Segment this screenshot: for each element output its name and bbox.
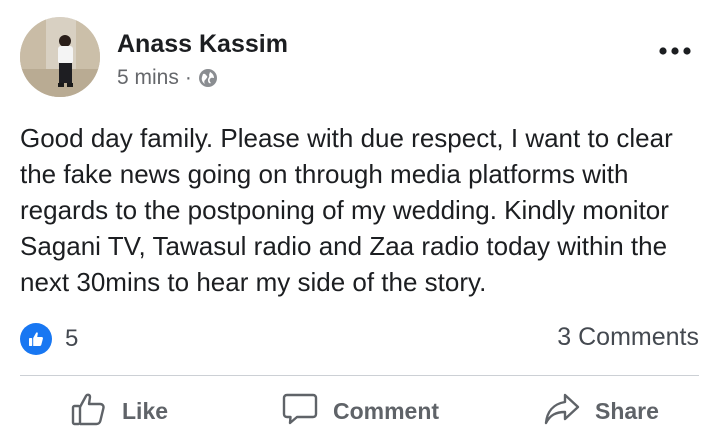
like-reaction-icon bbox=[20, 323, 52, 355]
actions-divider bbox=[20, 375, 699, 376]
reactions-summary[interactable]: 5 bbox=[20, 323, 78, 355]
profile-photo bbox=[20, 17, 100, 97]
post-timestamp[interactable]: 5 mins bbox=[117, 66, 179, 90]
comments-count-link[interactable]: 3 Comments bbox=[557, 323, 699, 352]
facebook-post: Anass Kassim 5 mins · Good day family. P… bbox=[0, 0, 709, 433]
more-options-icon[interactable] bbox=[657, 36, 693, 66]
comment-label: Comment bbox=[333, 397, 440, 424]
like-count: 5 bbox=[65, 325, 79, 352]
post-text: Good day family. Please with due respect… bbox=[20, 123, 673, 297]
like-label: Like bbox=[122, 397, 169, 424]
share-arrow-icon bbox=[543, 390, 581, 433]
thumbs-up-icon bbox=[70, 390, 108, 433]
meta-separator: · bbox=[184, 66, 192, 89]
share-button[interactable]: Share bbox=[543, 392, 659, 430]
comment-button[interactable]: Comment bbox=[281, 392, 439, 430]
post-meta: 5 mins · bbox=[117, 66, 218, 90]
globe-icon[interactable] bbox=[198, 68, 218, 88]
post-author-name[interactable]: Anass Kassim bbox=[117, 30, 288, 59]
avatar[interactable] bbox=[20, 17, 100, 97]
like-button[interactable]: Like bbox=[70, 392, 168, 430]
comment-bubble-icon bbox=[281, 390, 319, 433]
share-label: Share bbox=[595, 397, 659, 424]
